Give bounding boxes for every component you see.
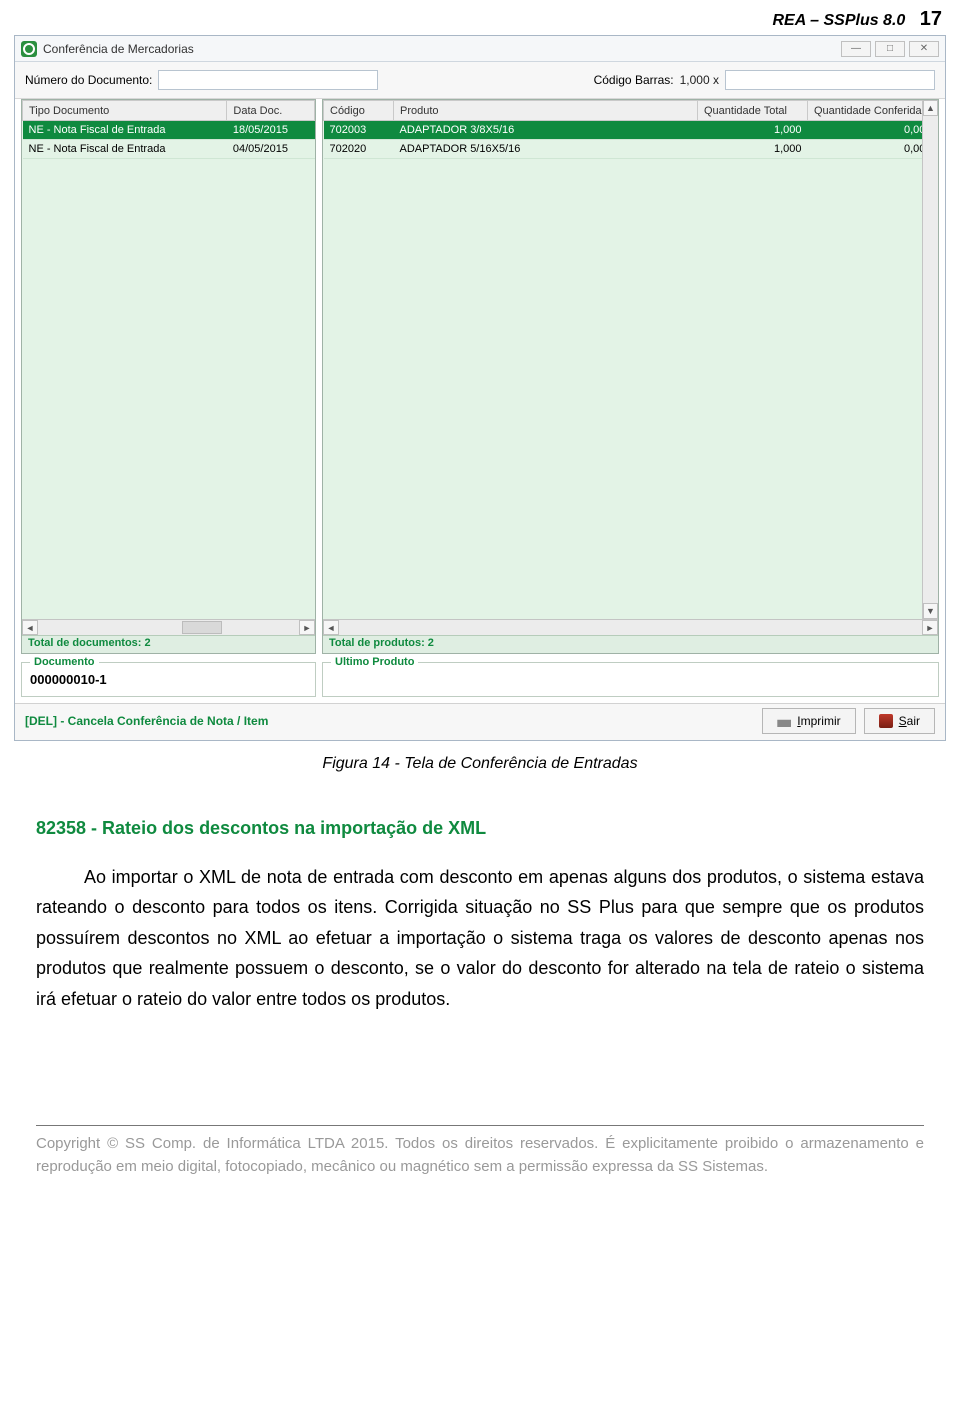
- ultimo-produto-group: Ultimo Produto: [322, 656, 939, 697]
- scroll-thumb[interactable]: [182, 621, 222, 634]
- ultimo-produto-legend: Ultimo Produto: [331, 656, 418, 668]
- documents-grid[interactable]: Tipo Documento Data Doc. NE - Nota Fisca…: [21, 99, 316, 654]
- section-title: 82358 - Rateio dos descontos na importaç…: [36, 813, 924, 844]
- col-produto[interactable]: Produto: [394, 101, 698, 121]
- page-header: REA – SSPlus 8.0 17: [0, 0, 960, 35]
- right-vertical-scrollbar[interactable]: ▲ ▼: [922, 100, 938, 619]
- cell-codigo: 702003: [324, 121, 394, 140]
- barcode-multiplier: 1,000 x: [680, 73, 719, 87]
- minimize-button[interactable]: —: [841, 41, 871, 57]
- cell-qtd-total: 1,000: [698, 121, 808, 140]
- barcode-input[interactable]: [725, 70, 935, 90]
- barcode-label: Código Barras:: [594, 73, 674, 87]
- table-row[interactable]: NE - Nota Fiscal de Entrada18/05/2015: [23, 121, 315, 140]
- status-hint: [DEL] - Cancela Conferência de Nota / It…: [25, 714, 754, 728]
- table-row[interactable]: NE - Nota Fiscal de Entrada04/05/2015: [23, 140, 315, 159]
- col-qtd-total[interactable]: Quantidade Total: [698, 101, 808, 121]
- cell-produto: ADAPTADOR 5/16X5/16: [394, 140, 698, 159]
- close-button[interactable]: ✕: [909, 41, 939, 57]
- right-horizontal-scrollbar[interactable]: ◄ ►: [323, 619, 938, 635]
- cell-qtd-conferida: 0,000: [808, 121, 938, 140]
- cell-codigo: 702020: [324, 140, 394, 159]
- print-button-label: Imprimir: [797, 714, 840, 728]
- products-total: Total de produtos: 2: [323, 635, 938, 653]
- section-body: Ao importar o XML de nota de entrada com…: [36, 862, 924, 1015]
- exit-icon: [879, 714, 893, 728]
- title-bar: Conferência de Mercadorias — □ ✕: [15, 36, 945, 62]
- footer-text: Copyright © SS Comp. de Informática LTDA…: [36, 1132, 924, 1179]
- figure-caption: Figura 14 - Tela de Conferência de Entra…: [0, 755, 960, 773]
- print-button[interactable]: Imprimir: [762, 708, 855, 734]
- app-icon: [21, 41, 37, 57]
- cell-data: 04/05/2015: [227, 140, 315, 159]
- col-tipo-documento[interactable]: Tipo Documento: [23, 101, 227, 121]
- left-horizontal-scrollbar[interactable]: ◄ ►: [22, 619, 315, 635]
- doc-title: REA – SSPlus 8.0: [773, 12, 906, 29]
- cell-qtd-conferida: 0,000: [808, 140, 938, 159]
- scroll-right-icon[interactable]: ►: [299, 620, 315, 635]
- col-qtd-conferida[interactable]: Quantidade Conferida: [808, 101, 938, 121]
- exit-button-label: Sair: [899, 714, 920, 728]
- col-codigo[interactable]: Código: [324, 101, 394, 121]
- maximize-button[interactable]: □: [875, 41, 905, 57]
- doc-number-input[interactable]: [158, 70, 378, 90]
- documento-legend: Documento: [30, 656, 99, 668]
- search-row: Número do Documento: Código Barras: 1,00…: [15, 62, 945, 99]
- cell-tipo: NE - Nota Fiscal de Entrada: [23, 121, 227, 140]
- window-title: Conferência de Mercadorias: [43, 42, 841, 56]
- documento-value: 000000010-1: [30, 672, 307, 687]
- cell-qtd-total: 1,000: [698, 140, 808, 159]
- cell-data: 18/05/2015: [227, 121, 315, 140]
- table-row[interactable]: 702003ADAPTADOR 3/8X5/161,0000,000: [324, 121, 938, 140]
- documento-group: Documento 000000010-1: [21, 656, 316, 697]
- printer-icon: [777, 715, 791, 727]
- scroll-up-icon[interactable]: ▲: [923, 100, 938, 116]
- scroll-left-icon[interactable]: ◄: [22, 620, 38, 635]
- cell-tipo: NE - Nota Fiscal de Entrada: [23, 140, 227, 159]
- col-data-doc[interactable]: Data Doc.: [227, 101, 315, 121]
- footer-divider: [36, 1125, 924, 1126]
- cell-produto: ADAPTADOR 3/8X5/16: [394, 121, 698, 140]
- table-row[interactable]: 702020ADAPTADOR 5/16X5/161,0000,000: [324, 140, 938, 159]
- doc-number-label: Número do Documento:: [25, 73, 152, 87]
- scroll-right-icon[interactable]: ►: [922, 620, 938, 635]
- documents-total: Total de documentos: 2: [22, 635, 315, 653]
- page-number: 17: [920, 8, 942, 30]
- products-grid[interactable]: Código Produto Quantidade Total Quantida…: [322, 99, 939, 654]
- scroll-down-icon[interactable]: ▼: [923, 603, 938, 619]
- app-window: Conferência de Mercadorias — □ ✕ Número …: [14, 35, 946, 741]
- exit-button[interactable]: Sair: [864, 708, 935, 734]
- scroll-left-icon[interactable]: ◄: [323, 620, 339, 635]
